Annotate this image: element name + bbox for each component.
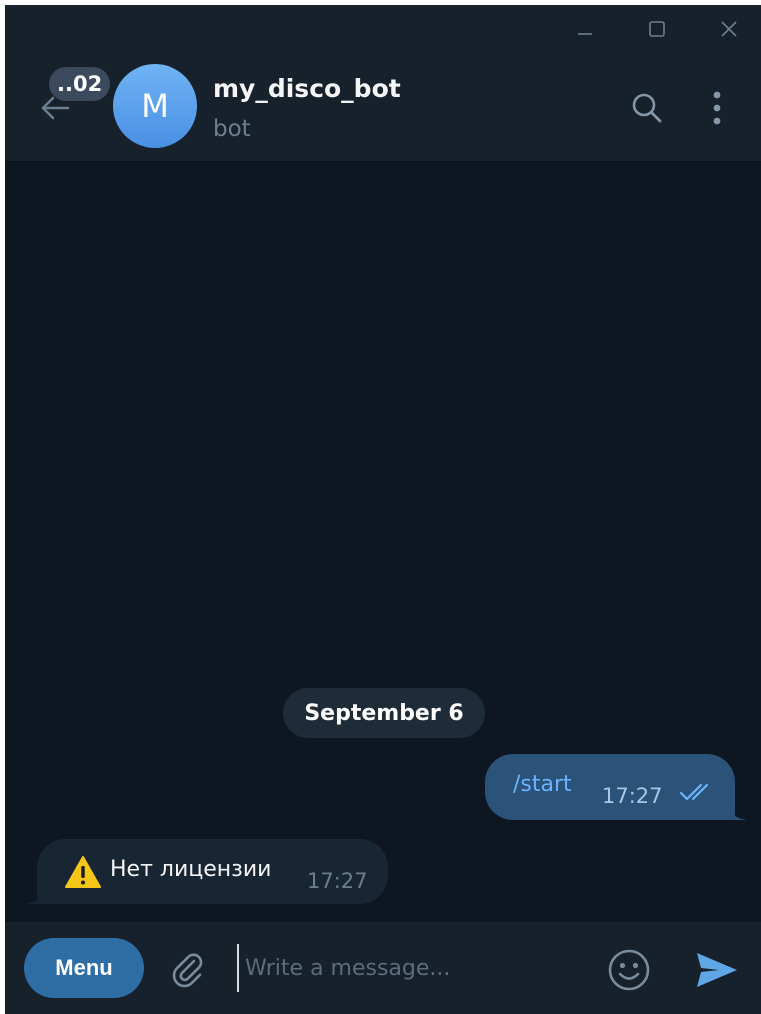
chat-status: bot [213, 116, 251, 142]
chat-title[interactable]: my_disco_bot [213, 74, 401, 103]
unread-badge: ..02 [49, 67, 111, 101]
maximize-button[interactable] [631, 5, 683, 52]
outgoing-message[interactable]: /start 17:27 [485, 754, 735, 820]
paperclip-icon [172, 953, 203, 988]
close-button[interactable] [703, 5, 755, 52]
message-list[interactable]: September 6 /start 17:27 Нет лицензии 17… [5, 162, 761, 922]
minimize-icon [578, 32, 592, 35]
warning-icon [65, 856, 101, 888]
search-icon [632, 93, 662, 123]
more-options-button[interactable] [697, 86, 737, 130]
attach-button[interactable] [165, 946, 209, 990]
telegram-window: ..02 M my_disco_bot bot September 6 /sta… [5, 5, 761, 1014]
emoji-button[interactable] [605, 946, 653, 994]
maximize-icon [649, 20, 665, 37]
search-button[interactable] [625, 86, 669, 130]
date-separator: September 6 [283, 688, 485, 738]
emoji-icon [608, 949, 650, 991]
send-icon [697, 953, 737, 987]
message-input[interactable] [237, 944, 597, 992]
message-time: 17:27 [307, 869, 368, 893]
double-check-icon [679, 783, 709, 801]
message-text[interactable]: Нет лицензии [110, 857, 271, 882]
send-button[interactable] [693, 946, 741, 994]
minimize-button[interactable] [559, 5, 611, 52]
message-composer: Menu [5, 922, 761, 1014]
close-icon [721, 20, 737, 37]
avatar[interactable]: M [113, 64, 197, 148]
chat-header: ..02 M my_disco_bot bot [5, 52, 761, 162]
bot-menu-button[interactable]: Menu [24, 938, 144, 998]
message-time: 17:27 [602, 784, 663, 808]
more-vertical-icon [713, 91, 721, 125]
message-text[interactable]: /start [513, 772, 572, 797]
incoming-message[interactable]: Нет лицензии 17:27 [37, 839, 388, 904]
title-bar [5, 5, 761, 52]
